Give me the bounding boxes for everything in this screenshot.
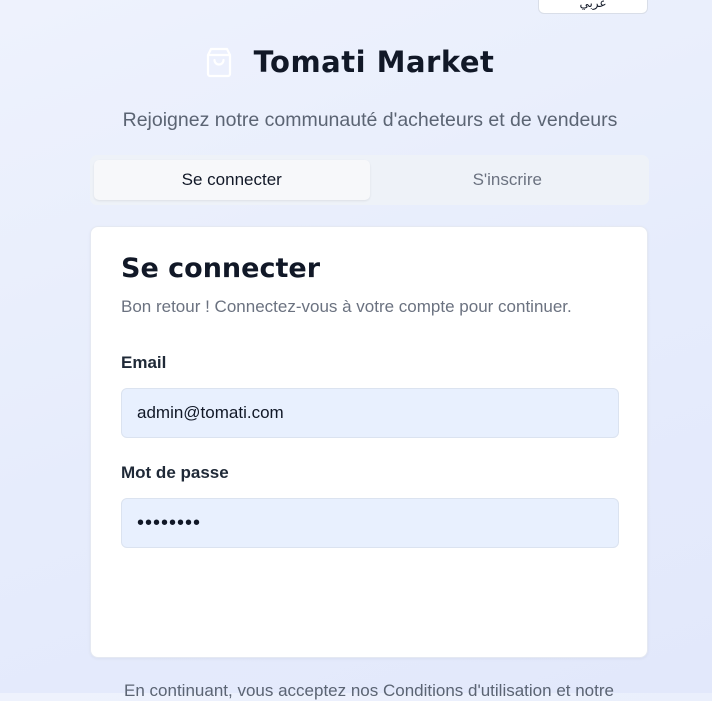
terms-text: En continuant, vous acceptez nos Conditi… [124,681,614,700]
card-subtitle: Bon retour ! Connectez-vous à votre comp… [121,297,572,316]
email-field[interactable] [121,388,619,438]
login-card: Se connecter Bon retour ! Connectez-vous… [90,226,648,658]
language-toggle-button[interactable]: عربي [538,0,648,14]
tagline: Rejoignez notre communauté d'acheteurs e… [122,109,618,131]
card-title: Se connecter [121,253,321,284]
email-label: Email [121,353,167,372]
language-toggle-label: عربي [579,0,607,10]
brand-header: Tomati Market [0,40,712,84]
tab-register[interactable]: S'inscrire [370,160,646,200]
password-label: Mot de passe [121,463,229,482]
tab-login[interactable]: Se connecter [94,160,370,200]
password-field[interactable] [121,498,619,548]
shopping-bag-icon [206,47,231,78]
app-title: Tomati Market [253,45,495,79]
auth-tabs: Se connecter S'inscrire [90,155,649,205]
